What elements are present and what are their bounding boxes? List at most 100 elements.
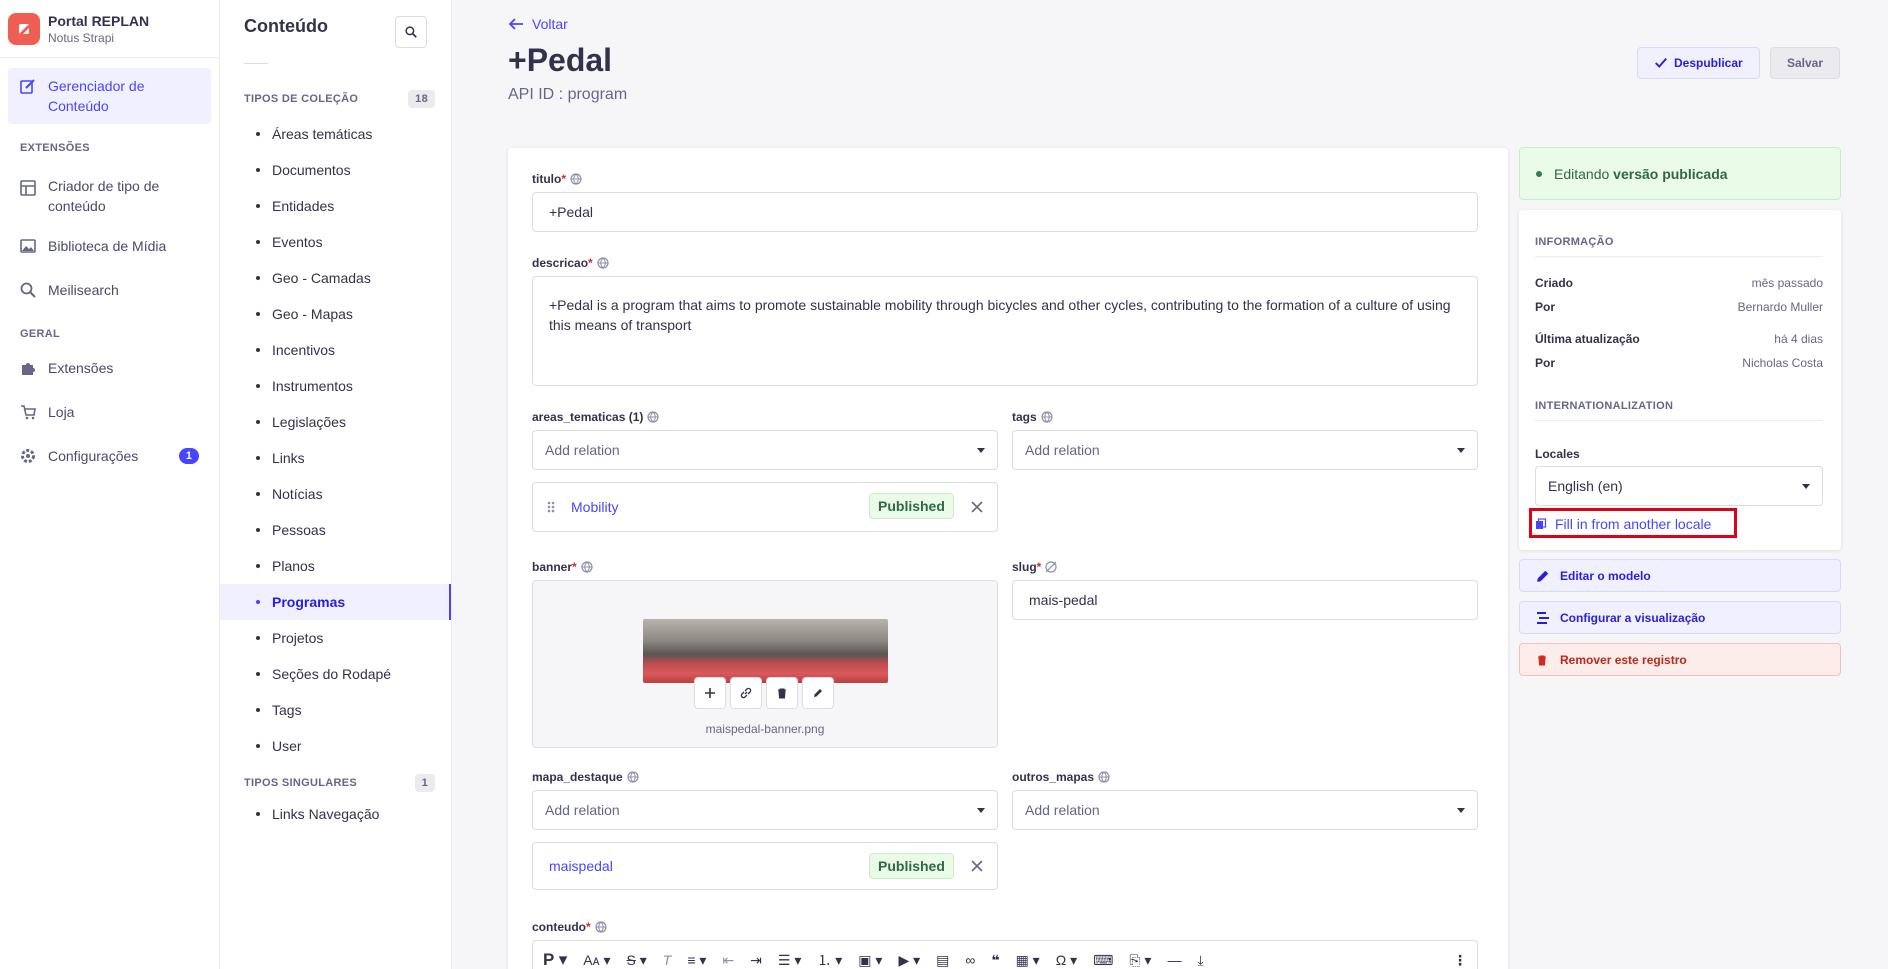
insert-image-icon[interactable]: ▣ ▾ xyxy=(858,952,882,969)
insert-media-icon[interactable]: ▶ ▾ xyxy=(898,952,920,969)
subnav-item-planos[interactable]: Planos xyxy=(220,548,451,584)
pencil-icon xyxy=(1536,569,1552,583)
outros-relation-select[interactable]: Add relation xyxy=(1012,790,1478,830)
slug-input[interactable]: mais-pedal xyxy=(1012,580,1478,620)
search-icon xyxy=(405,26,417,38)
caret-down-icon xyxy=(977,808,985,813)
delete-media-button[interactable] xyxy=(766,677,798,709)
back-link[interactable]: Voltar xyxy=(508,16,568,32)
more-options-icon[interactable]: ⋮ xyxy=(1453,952,1467,969)
outdent-icon[interactable]: ⇤ xyxy=(722,952,734,969)
drag-handle-icon[interactable] xyxy=(545,500,557,514)
subnav-item-eventos[interactable]: Eventos xyxy=(220,224,451,260)
delete-entry-button[interactable]: Remover este registro xyxy=(1519,643,1841,676)
highlight-box xyxy=(1529,508,1737,538)
edit-form: titulo * +Pedal descricao * +Pedal is a pr… xyxy=(508,148,1508,969)
horizontal-line-icon[interactable]: — xyxy=(1167,952,1181,968)
locale-select[interactable]: English (en) xyxy=(1535,466,1823,506)
list-settings-icon xyxy=(1536,611,1552,625)
subnav-item-links[interactable]: Links xyxy=(220,440,451,476)
titulo-input[interactable]: +Pedal xyxy=(532,192,1478,232)
brand: Portal REPLAN Notus Strapi xyxy=(0,0,219,58)
collection-types-header[interactable]: TIPOS DE COLEÇÃO 18 xyxy=(220,90,451,108)
subnav-item-programas[interactable]: Programas xyxy=(220,584,451,620)
subnav-item-label: Áreas temáticas xyxy=(272,126,373,142)
align-icon[interactable]: ≡ ▾ xyxy=(687,952,706,969)
subnav-item-label: Entidades xyxy=(272,198,335,214)
source-icon[interactable]: ⎘ ▾ xyxy=(1129,952,1151,969)
nav-content-manager[interactable]: Gerenciador de Conteúdo xyxy=(8,68,211,124)
indent-icon[interactable]: ⇥ xyxy=(750,952,762,969)
subnav-search-button[interactable] xyxy=(395,16,427,48)
tags-placeholder: Add relation xyxy=(1025,442,1100,458)
nav-content-manager-label: Gerenciador de Conteúdo xyxy=(48,78,145,114)
settings-badge: 1 xyxy=(178,448,199,464)
nav-settings-label: Configurações xyxy=(48,448,139,464)
banner-media-field[interactable]: maispedal-banner.png xyxy=(532,580,998,748)
nav-store-label: Loja xyxy=(48,404,75,420)
configure-view-button[interactable]: Configurar a visualização xyxy=(1519,601,1841,634)
subnav-item-entidades[interactable]: Entidades xyxy=(220,188,451,224)
subnav-item-not-cias[interactable]: Notícias xyxy=(220,476,451,512)
save-button[interactable]: Salvar xyxy=(1770,47,1840,79)
areas-relation-link[interactable]: Mobility xyxy=(571,499,618,515)
close-icon[interactable] xyxy=(969,858,985,874)
areas-relation-select[interactable]: Add relation xyxy=(532,430,998,470)
mapa-relation-select[interactable]: Add relation xyxy=(532,790,998,830)
strikethrough-icon[interactable]: S ▾ xyxy=(627,952,647,969)
nav-store[interactable]: Loja xyxy=(0,396,219,428)
subnav-item-label: Geo - Camadas xyxy=(272,270,371,286)
font-size-icon[interactable]: Aᴀ ▾ xyxy=(583,952,610,969)
unpublish-button[interactable]: Despublicar xyxy=(1637,47,1760,79)
caret-down-icon xyxy=(977,448,985,453)
globe-off-icon xyxy=(1045,561,1057,573)
subnav-item-label: Legislações xyxy=(272,414,346,430)
subnav-item-links-navega-o[interactable]: Links Navegação xyxy=(220,796,451,832)
edit-media-button[interactable] xyxy=(802,677,834,709)
table-icon[interactable]: ▦ ▾ xyxy=(1016,952,1040,969)
nav-content-type-builder[interactable]: Criador de tipo de conteúdo xyxy=(0,168,219,224)
copy-link-button[interactable] xyxy=(730,677,762,709)
nav-media-library[interactable]: Biblioteca de Mídia xyxy=(0,230,219,262)
subnav-item-pessoas[interactable]: Pessoas xyxy=(220,512,451,548)
subnav-item-documentos[interactable]: Documentos xyxy=(220,152,451,188)
subnav-item-geo-mapas[interactable]: Geo - Mapas xyxy=(220,296,451,332)
descricao-label: descricao * xyxy=(532,256,609,270)
collection-types-label: TIPOS DE COLEÇÃO xyxy=(244,93,359,105)
divider xyxy=(1535,256,1823,257)
subnav-item-label: Incentivos xyxy=(272,342,336,358)
subnav-item-tags[interactable]: Tags xyxy=(220,692,451,728)
subnav-item--reas-tem-ticas[interactable]: Áreas temáticas xyxy=(220,116,451,152)
subnav-item-incentivos[interactable]: Incentivos xyxy=(220,332,451,368)
media-library-icon[interactable]: ▤ xyxy=(936,952,949,969)
nav-meilisearch[interactable]: Meilisearch xyxy=(0,274,219,306)
mapa-relation-link[interactable]: maispedal xyxy=(549,858,613,874)
special-char-icon[interactable]: Ω ▾ xyxy=(1056,952,1077,969)
page-break-icon[interactable]: ⤓ xyxy=(1197,952,1203,969)
edit-model-label: Editar o modelo xyxy=(1560,568,1651,583)
quote-icon[interactable]: ❝ xyxy=(991,952,999,969)
publication-status: Editando versão publicada xyxy=(1519,147,1841,200)
subnav-item-se-es-do-rodap-[interactable]: Seções do Rodapé xyxy=(220,656,451,692)
tags-relation-select[interactable]: Add relation xyxy=(1012,430,1478,470)
numbered-list-icon[interactable]: ⒈ ▾ xyxy=(817,950,842,969)
descricao-textarea[interactable]: +Pedal is a program that aims to promote… xyxy=(532,276,1478,386)
bulleted-list-icon[interactable]: ☰ ▾ xyxy=(778,952,801,969)
single-types-header[interactable]: TIPOS SINGULARES 1 xyxy=(220,774,451,792)
status-prefix: Editando xyxy=(1554,165,1610,182)
nav-settings[interactable]: Configurações 1 xyxy=(0,440,219,472)
configure-view-label: Configurar a visualização xyxy=(1560,610,1706,625)
subnav-item-user[interactable]: User xyxy=(220,728,451,764)
clear-format-icon[interactable]: T xyxy=(663,952,672,968)
edit-model-button[interactable]: Editar o modelo xyxy=(1519,559,1841,592)
html-embed-icon[interactable]: ⌨ xyxy=(1093,952,1113,969)
subnav-item-projetos[interactable]: Projetos xyxy=(220,620,451,656)
link-icon[interactable]: ∞ xyxy=(965,952,975,968)
add-media-button[interactable] xyxy=(694,677,726,709)
subnav-item-geo-camadas[interactable]: Geo - Camadas xyxy=(220,260,451,296)
close-icon[interactable] xyxy=(969,499,985,515)
paragraph-icon[interactable]: P ▾ xyxy=(543,950,567,969)
subnav-item-legisla-es[interactable]: Legislações xyxy=(220,404,451,440)
subnav-item-instrumentos[interactable]: Instrumentos xyxy=(220,368,451,404)
nav-extensions[interactable]: Extensões xyxy=(0,352,219,384)
